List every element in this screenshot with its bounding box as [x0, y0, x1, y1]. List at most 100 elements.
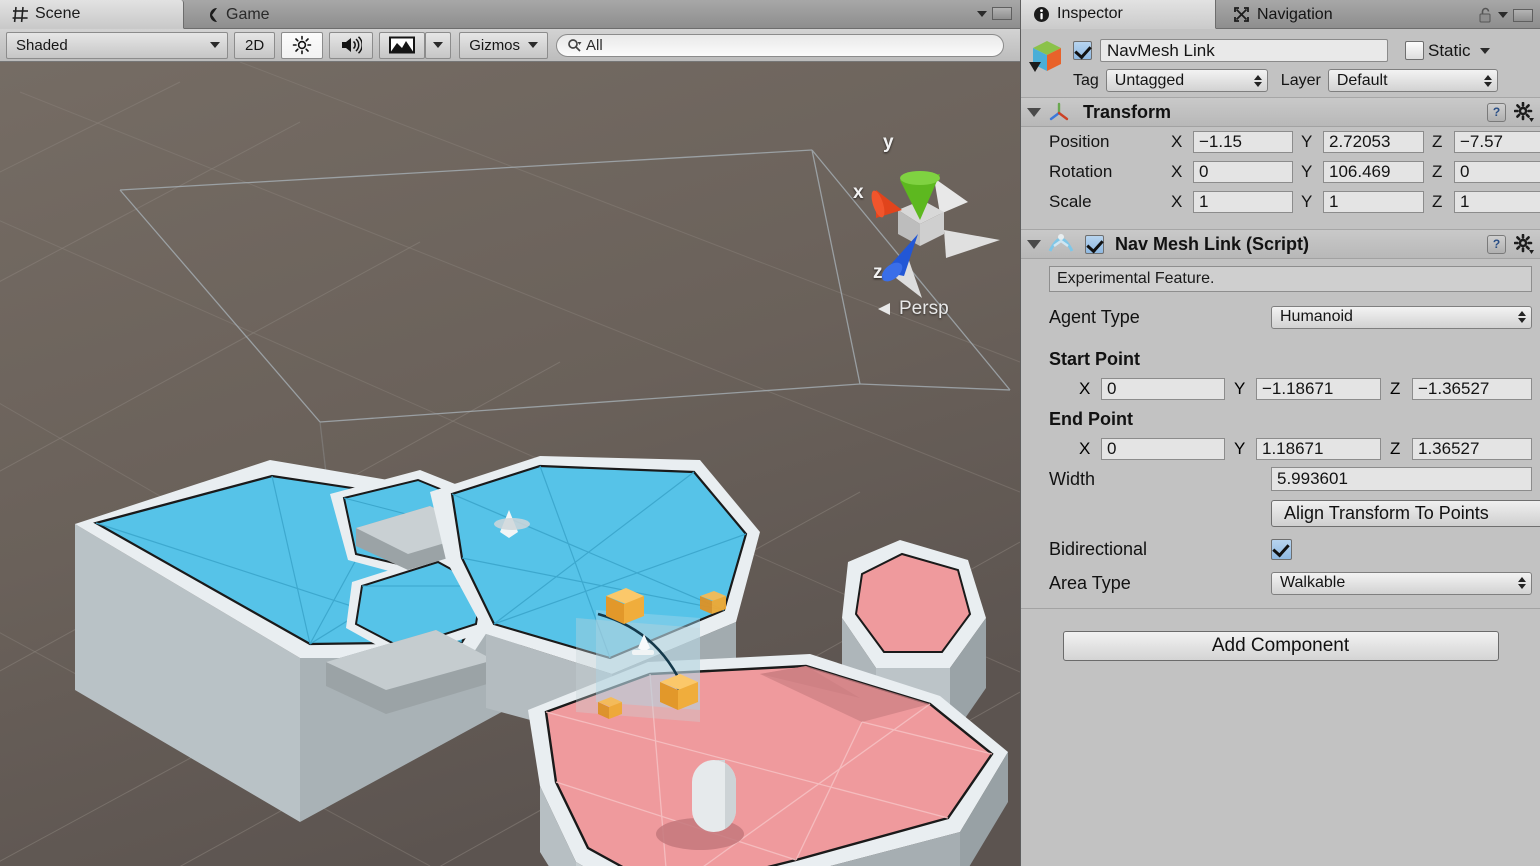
bidirectional-checkbox[interactable] — [1271, 538, 1292, 560]
axis-y-label: Y — [1301, 132, 1313, 151]
gear-icon[interactable] — [1514, 102, 1534, 122]
tab-game[interactable]: Game — [192, 0, 286, 29]
toggle-2d-label: 2D — [245, 36, 265, 54]
tag-label: Tag — [1073, 71, 1099, 89]
tab-inspector[interactable]: Inspector — [1021, 0, 1216, 29]
scene-render — [0, 62, 1020, 866]
width-label: Width — [1049, 468, 1096, 489]
scale-z-field[interactable]: 1 — [1454, 191, 1540, 213]
navigation-icon — [1234, 7, 1249, 22]
gizmos-dropdown[interactable]: Gizmos — [459, 31, 549, 59]
start-point-row: X 0 Y −1.18671 Z −1.36527 — [1021, 374, 1540, 404]
start-point-label: Start Point — [1049, 348, 1141, 369]
foldout-icon[interactable] — [1027, 107, 1041, 117]
position-y-field[interactable]: 2.72053 — [1323, 131, 1424, 153]
transform-title: Transform — [1083, 101, 1172, 122]
position-z-field[interactable]: −7.57 — [1454, 131, 1540, 153]
transform-component-header[interactable]: Transform ? — [1021, 97, 1540, 127]
start-point-x-field[interactable]: 0 — [1101, 378, 1225, 400]
tab-scene-label: Scene — [35, 5, 81, 22]
align-transform-row: Align Transform To Points — [1021, 494, 1540, 532]
image-icon — [389, 36, 416, 54]
scene-panel-menu[interactable] — [977, 7, 1012, 20]
tab-scene[interactable]: Scene — [0, 0, 184, 29]
chevron-down-icon[interactable] — [977, 10, 987, 17]
width-row: Width 5.993601 — [1021, 464, 1540, 494]
scale-z-value: 1 — [1460, 192, 1470, 211]
static-dropdown-icon[interactable] — [1479, 47, 1490, 54]
toggle-2d-button[interactable]: 2D — [234, 31, 276, 59]
navmeshlink-enabled-checkbox[interactable] — [1085, 234, 1104, 254]
tag-dropdown[interactable]: Untagged — [1105, 69, 1268, 92]
end-point-label: End Point — [1049, 408, 1133, 429]
panel-options-icon[interactable] — [1513, 8, 1533, 22]
transform-header-controls: ? — [1487, 102, 1534, 122]
grid-icon — [12, 6, 28, 22]
fx-dropdown-button[interactable] — [425, 31, 452, 59]
foldout-icon[interactable] — [1027, 239, 1041, 249]
toggle-lighting-button[interactable] — [281, 31, 324, 59]
chevron-down-icon — [433, 42, 444, 48]
axis-x-label: X — [1171, 132, 1183, 151]
start-point-y-field[interactable]: −1.18671 — [1256, 378, 1381, 400]
static-checkbox[interactable] — [1405, 41, 1424, 60]
gear-icon[interactable] — [1514, 234, 1534, 254]
projection-mode-toggle[interactable]: Persp — [876, 298, 949, 320]
gizmo-axis-x-label: x — [853, 182, 864, 203]
add-component-label: Add Component — [1211, 635, 1350, 656]
help-icon[interactable]: ? — [1487, 102, 1506, 122]
helpbox-text: Experimental Feature. — [1057, 270, 1215, 287]
position-x-value: −1.15 — [1199, 132, 1243, 151]
inspector-tab-controls — [1478, 7, 1533, 23]
scene-search-input[interactable]: All — [556, 33, 1004, 57]
rotation-x-field[interactable]: 0 — [1193, 161, 1293, 183]
agent-type-value: Humanoid — [1280, 308, 1353, 325]
lock-open-icon[interactable] — [1478, 7, 1493, 23]
scene-viewport[interactable]: y x z Persp — [0, 62, 1020, 866]
tab-navigation[interactable]: Navigation — [1221, 0, 1351, 29]
align-transform-to-points-button[interactable]: Align Transform To Points — [1271, 499, 1540, 527]
end-point-y-field[interactable]: 1.18671 — [1256, 438, 1381, 460]
layer-dropdown[interactable]: Default — [1327, 69, 1498, 92]
axis-y-label: Y — [1234, 439, 1246, 458]
prefab-cube-icon — [1027, 38, 1067, 76]
gizmo-axis-y-label: y — [883, 132, 894, 153]
tab-navigation-label: Navigation — [1257, 5, 1333, 23]
scale-x-field[interactable]: 1 — [1193, 191, 1293, 213]
position-x-field[interactable]: −1.15 — [1193, 131, 1293, 153]
axis-x-label: X — [1079, 439, 1091, 458]
add-component-area: Add Component — [1021, 609, 1540, 661]
help-icon[interactable]: ? — [1487, 234, 1506, 254]
navmeshlink-component-header[interactable]: Nav Mesh Link (Script) ? — [1021, 229, 1540, 259]
end-point-z-value: 1.36527 — [1418, 439, 1480, 458]
gameobject-name-input[interactable]: NavMesh Link — [1100, 39, 1388, 62]
transform-scale-row: Scale X 1 Y 1 Z 1 — [1021, 187, 1540, 217]
start-point-z-field[interactable]: −1.36527 — [1412, 378, 1532, 400]
panel-options-icon[interactable] — [992, 7, 1012, 20]
draw-mode-label: Shaded — [16, 36, 68, 54]
scene-toolbar: Shaded 2D Gizmos All — [0, 29, 1020, 62]
bidirectional-label: Bidirectional — [1049, 538, 1148, 559]
axis-x-label: X — [1171, 162, 1183, 181]
add-component-button[interactable]: Add Component — [1062, 631, 1499, 661]
chevron-down-icon — [528, 42, 539, 48]
chevron-down-icon[interactable] — [1498, 12, 1508, 18]
scale-y-field[interactable]: 1 — [1323, 191, 1424, 213]
rotation-z-field[interactable]: 0 — [1454, 161, 1540, 183]
agent-type-dropdown[interactable]: Humanoid — [1271, 305, 1532, 329]
axis-x-label: X — [1171, 192, 1183, 211]
static-toggle[interactable]: Static — [1405, 41, 1490, 61]
end-point-x-field[interactable]: 0 — [1101, 438, 1225, 460]
draw-mode-dropdown[interactable]: Shaded — [6, 31, 228, 59]
area-type-dropdown[interactable]: Walkable — [1271, 571, 1532, 595]
toggle-fx-button[interactable] — [379, 31, 426, 59]
navmeshlink-title: Nav Mesh Link (Script) — [1115, 233, 1310, 254]
rotation-y-field[interactable]: 106.469 — [1323, 161, 1424, 183]
projection-label: Persp — [899, 298, 949, 319]
transform-rotation-row: Rotation X 0 Y 106.469 Z 0 — [1021, 157, 1540, 187]
rotation-y-value: 106.469 — [1329, 162, 1391, 181]
end-point-z-field[interactable]: 1.36527 — [1412, 438, 1532, 460]
gameobject-enabled-checkbox[interactable] — [1073, 41, 1092, 60]
toggle-audio-button[interactable] — [329, 31, 374, 59]
width-field[interactable]: 5.993601 — [1271, 467, 1532, 491]
